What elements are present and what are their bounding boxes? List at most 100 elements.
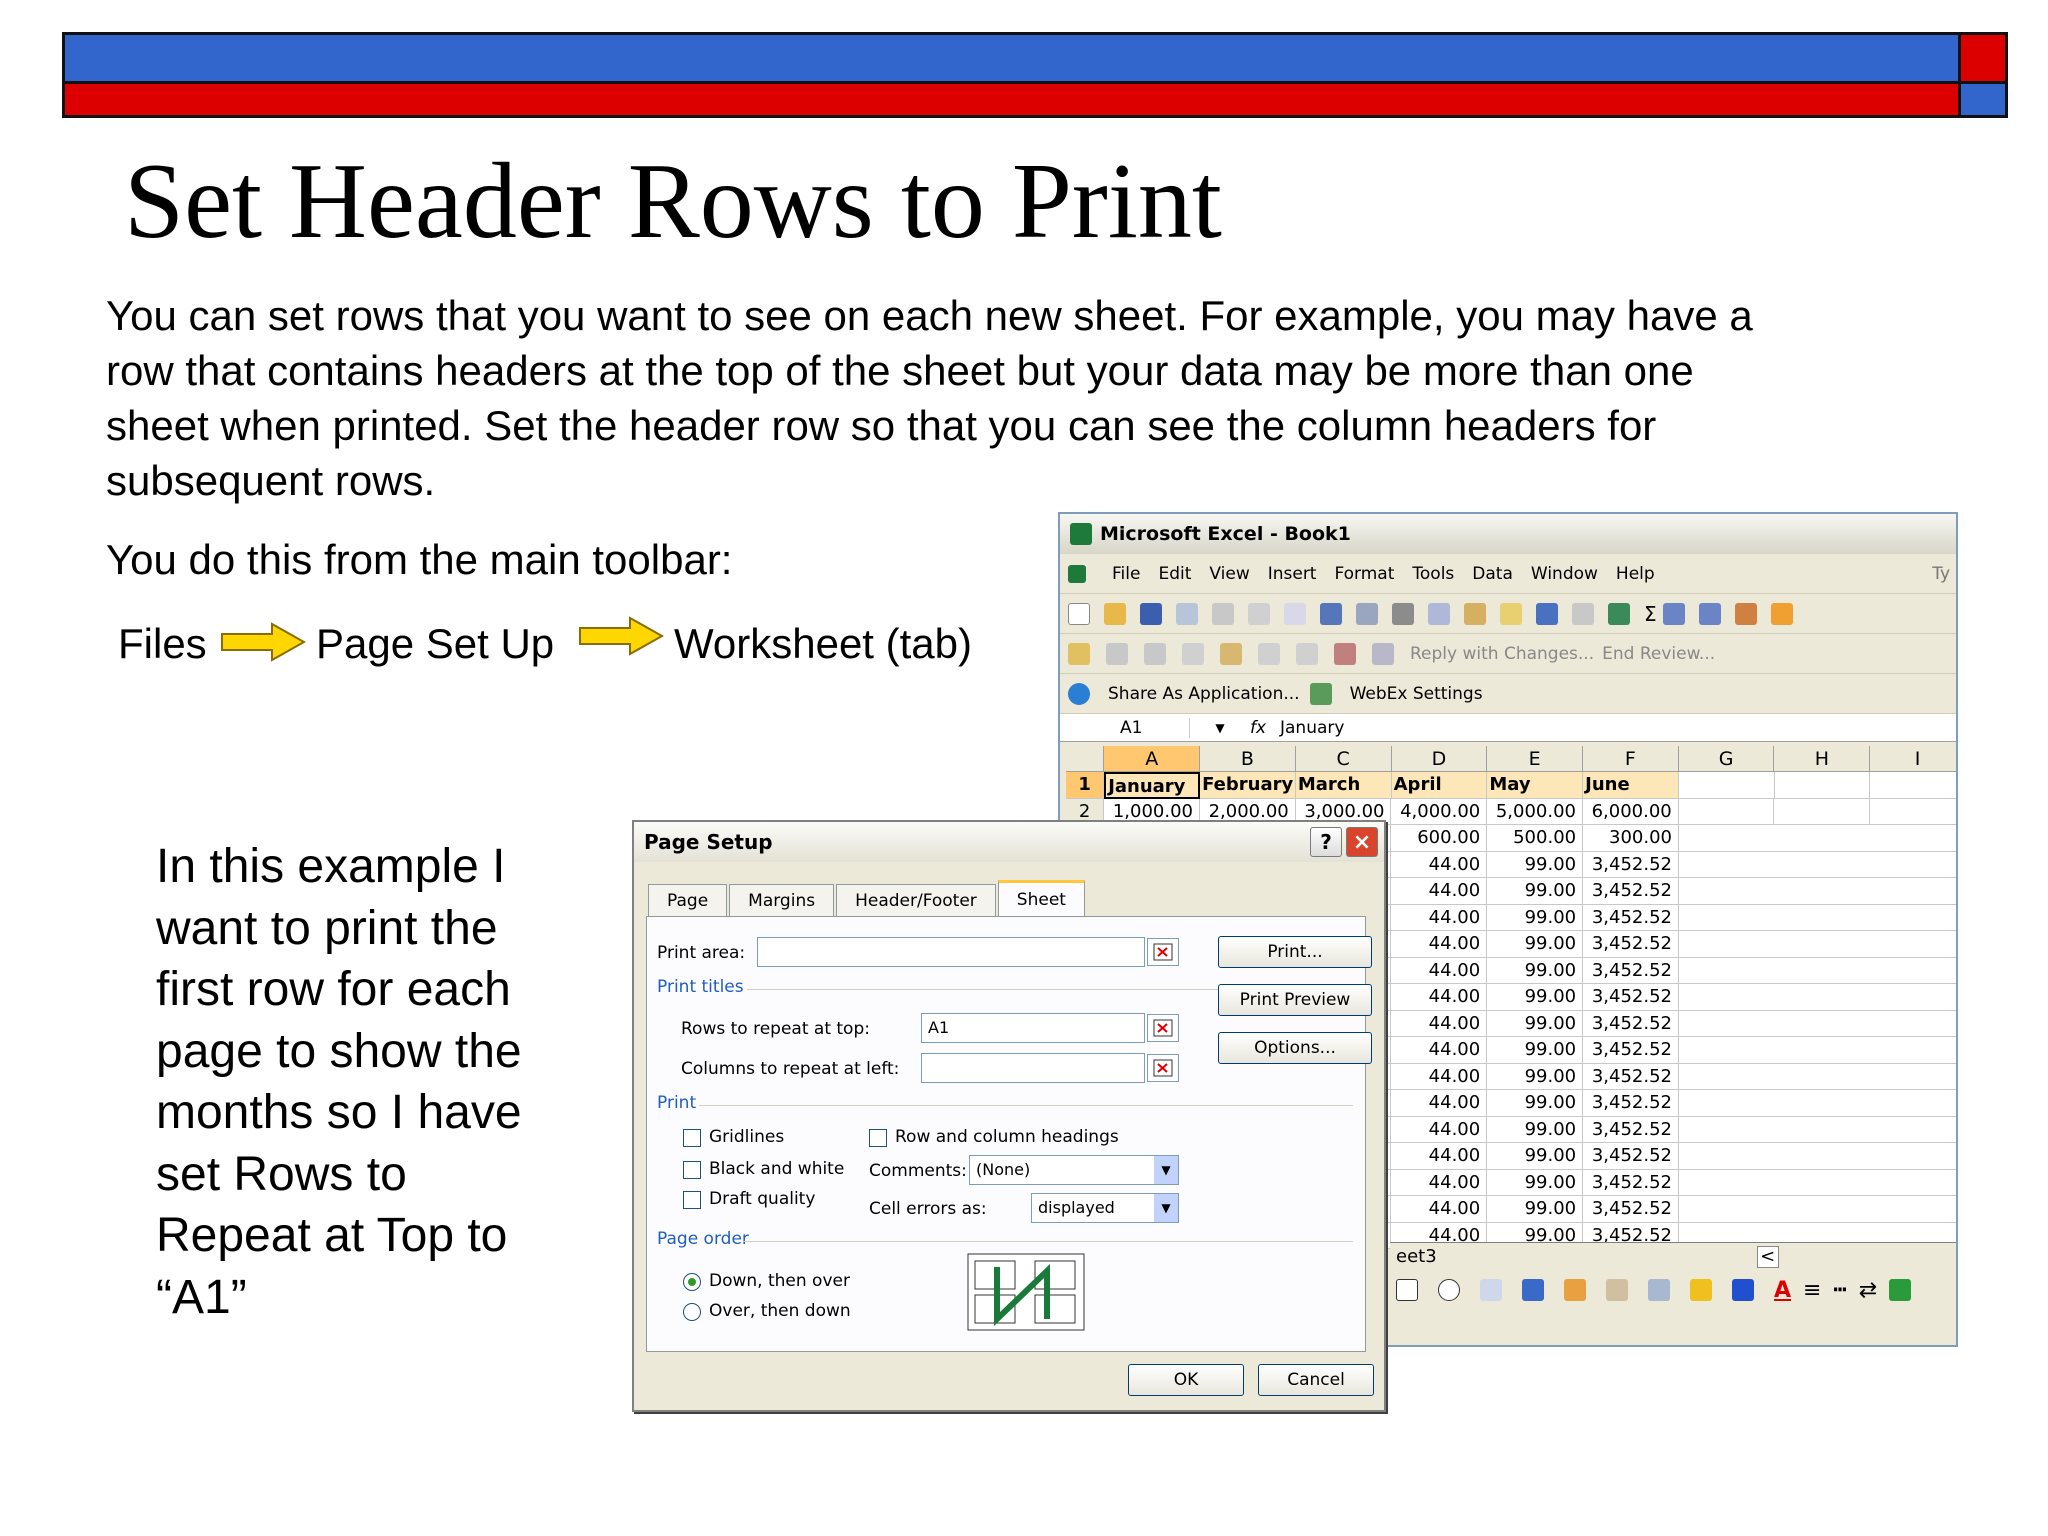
- cell[interactable]: 99.00: [1487, 1169, 1584, 1196]
- cell[interactable]: 99.00: [1487, 1143, 1584, 1170]
- cell[interactable]: 3,452.52: [1583, 1196, 1679, 1223]
- next-comment-icon[interactable]: [1144, 642, 1166, 665]
- cell[interactable]: [1678, 878, 1956, 905]
- send-to-mail-icon[interactable]: [1372, 642, 1394, 665]
- cell[interactable]: [1678, 1170, 1956, 1196]
- redo-icon[interactable]: [1572, 602, 1594, 625]
- cell[interactable]: 44.00: [1391, 878, 1488, 905]
- menu-tools[interactable]: Tools: [1412, 564, 1454, 584]
- col-header[interactable]: F: [1583, 746, 1679, 772]
- cell[interactable]: 6,000.00: [1582, 798, 1679, 825]
- cell[interactable]: [1678, 958, 1956, 984]
- cell[interactable]: 99.00: [1487, 1063, 1584, 1090]
- textbox-icon[interactable]: [1480, 1279, 1502, 1301]
- permission-icon[interactable]: [1176, 602, 1198, 625]
- menu-format[interactable]: Format: [1334, 564, 1394, 584]
- cell[interactable]: 44.00: [1391, 1116, 1488, 1143]
- cell[interactable]: [1774, 798, 1871, 825]
- rows-repeat-input[interactable]: A1: [921, 1013, 1145, 1043]
- cell[interactable]: [1774, 772, 1871, 799]
- col-header[interactable]: C: [1295, 746, 1392, 772]
- cell[interactable]: 99.00: [1487, 984, 1584, 1011]
- help-button[interactable]: ?: [1310, 827, 1342, 857]
- line-color-icon[interactable]: [1732, 1279, 1754, 1301]
- webex-settings-button[interactable]: WebEx Settings: [1350, 684, 1483, 704]
- cell[interactable]: 44.00: [1391, 1090, 1488, 1117]
- cell[interactable]: 600.00: [1391, 825, 1488, 852]
- print-area-input[interactable]: [757, 937, 1145, 967]
- cell[interactable]: [1678, 772, 1775, 799]
- col-header[interactable]: I: [1870, 746, 1956, 772]
- menu-data[interactable]: Data: [1472, 564, 1513, 584]
- cell[interactable]: 3,452.52: [1583, 1143, 1679, 1170]
- fill-color-icon[interactable]: [1690, 1279, 1712, 1301]
- cell[interactable]: 99.00: [1487, 1010, 1584, 1037]
- email-icon[interactable]: [1212, 602, 1234, 625]
- cell[interactable]: 99.00: [1487, 1090, 1584, 1117]
- picture-icon[interactable]: [1648, 1279, 1670, 1301]
- line-style-icon[interactable]: ≡: [1803, 1278, 1821, 1303]
- tab-header-footer[interactable]: Header/Footer: [836, 884, 996, 916]
- save-icon[interactable]: [1140, 602, 1162, 625]
- arrow-style-icon[interactable]: ⇄: [1859, 1278, 1877, 1303]
- dash-style-icon[interactable]: ┅: [1833, 1278, 1846, 1303]
- new-comment-icon[interactable]: [1068, 642, 1090, 665]
- cell[interactable]: 99.00: [1487, 878, 1584, 905]
- row-number[interactable]: 1: [1066, 772, 1105, 799]
- cell[interactable]: 4,000.00: [1391, 798, 1488, 825]
- gridlines-checkbox[interactable]: [683, 1129, 701, 1147]
- cell[interactable]: 44.00: [1391, 931, 1488, 958]
- cell[interactable]: [1678, 1143, 1956, 1170]
- collapse-dialog-icon[interactable]: [1147, 938, 1179, 966]
- tab-sheet[interactable]: Sheet: [997, 880, 1085, 916]
- cell[interactable]: 44.00: [1391, 1196, 1488, 1223]
- cell[interactable]: 44.00: [1391, 1169, 1488, 1196]
- col-header[interactable]: D: [1391, 746, 1488, 772]
- cell[interactable]: [1678, 984, 1956, 1011]
- cell[interactable]: 99.00: [1487, 931, 1584, 958]
- delete-comment-icon[interactable]: [1258, 642, 1280, 665]
- clipart-icon[interactable]: [1606, 1279, 1628, 1301]
- cell[interactable]: May: [1487, 772, 1584, 799]
- black-white-checkbox[interactable]: [683, 1161, 701, 1179]
- collapse-dialog-icon[interactable]: [1147, 1014, 1179, 1042]
- cell[interactable]: [1678, 798, 1775, 825]
- open-icon[interactable]: [1104, 602, 1126, 625]
- cell[interactable]: 3,452.52: [1583, 1010, 1679, 1037]
- cell[interactable]: [1678, 1090, 1956, 1117]
- cols-repeat-input[interactable]: [921, 1053, 1145, 1083]
- row-col-headings-checkbox[interactable]: [869, 1129, 887, 1147]
- end-review-button[interactable]: End Review...: [1602, 644, 1715, 664]
- autosum-icon[interactable]: Σ: [1644, 602, 1657, 626]
- update-file-icon[interactable]: [1334, 642, 1356, 665]
- cell[interactable]: [1678, 825, 1956, 852]
- cell[interactable]: 44.00: [1391, 851, 1488, 878]
- cell[interactable]: 3,452.52: [1583, 931, 1679, 958]
- sheet-tab[interactable]: eet3: [1396, 1246, 1437, 1267]
- print-preview-button[interactable]: Print Preview: [1218, 984, 1372, 1016]
- paste-icon[interactable]: [1464, 602, 1486, 625]
- scroll-left-icon[interactable]: <: [1756, 1245, 1779, 1268]
- tab-margins[interactable]: Margins: [729, 884, 835, 916]
- cell[interactable]: 99.00: [1487, 1116, 1584, 1143]
- ok-button[interactable]: OK: [1128, 1364, 1244, 1396]
- cell[interactable]: March: [1295, 772, 1392, 799]
- menu-view[interactable]: View: [1209, 564, 1249, 584]
- track-changes-icon[interactable]: [1296, 642, 1318, 665]
- cell[interactable]: 3,452.52: [1583, 1090, 1679, 1117]
- oval-icon[interactable]: [1438, 1279, 1460, 1301]
- cell[interactable]: 44.00: [1391, 1010, 1488, 1037]
- previous-comment-icon[interactable]: [1106, 642, 1128, 665]
- cell[interactable]: 3,452.52: [1583, 904, 1679, 931]
- cell[interactable]: 99.00: [1487, 1037, 1584, 1064]
- drawing-icon[interactable]: [1770, 602, 1793, 625]
- reply-with-changes-button[interactable]: Reply with Changes...: [1410, 644, 1594, 664]
- cell-errors-select[interactable]: displayed ▼: [1031, 1193, 1179, 1223]
- wordart-icon[interactable]: [1522, 1279, 1544, 1301]
- cell[interactable]: 3,452.52: [1583, 1169, 1679, 1196]
- cell[interactable]: 99.00: [1487, 851, 1584, 878]
- cell[interactable]: June: [1583, 772, 1679, 799]
- chevron-down-icon[interactable]: ▼: [1154, 1194, 1178, 1222]
- show-comment-icon[interactable]: [1182, 642, 1204, 665]
- cell[interactable]: 99.00: [1487, 957, 1584, 984]
